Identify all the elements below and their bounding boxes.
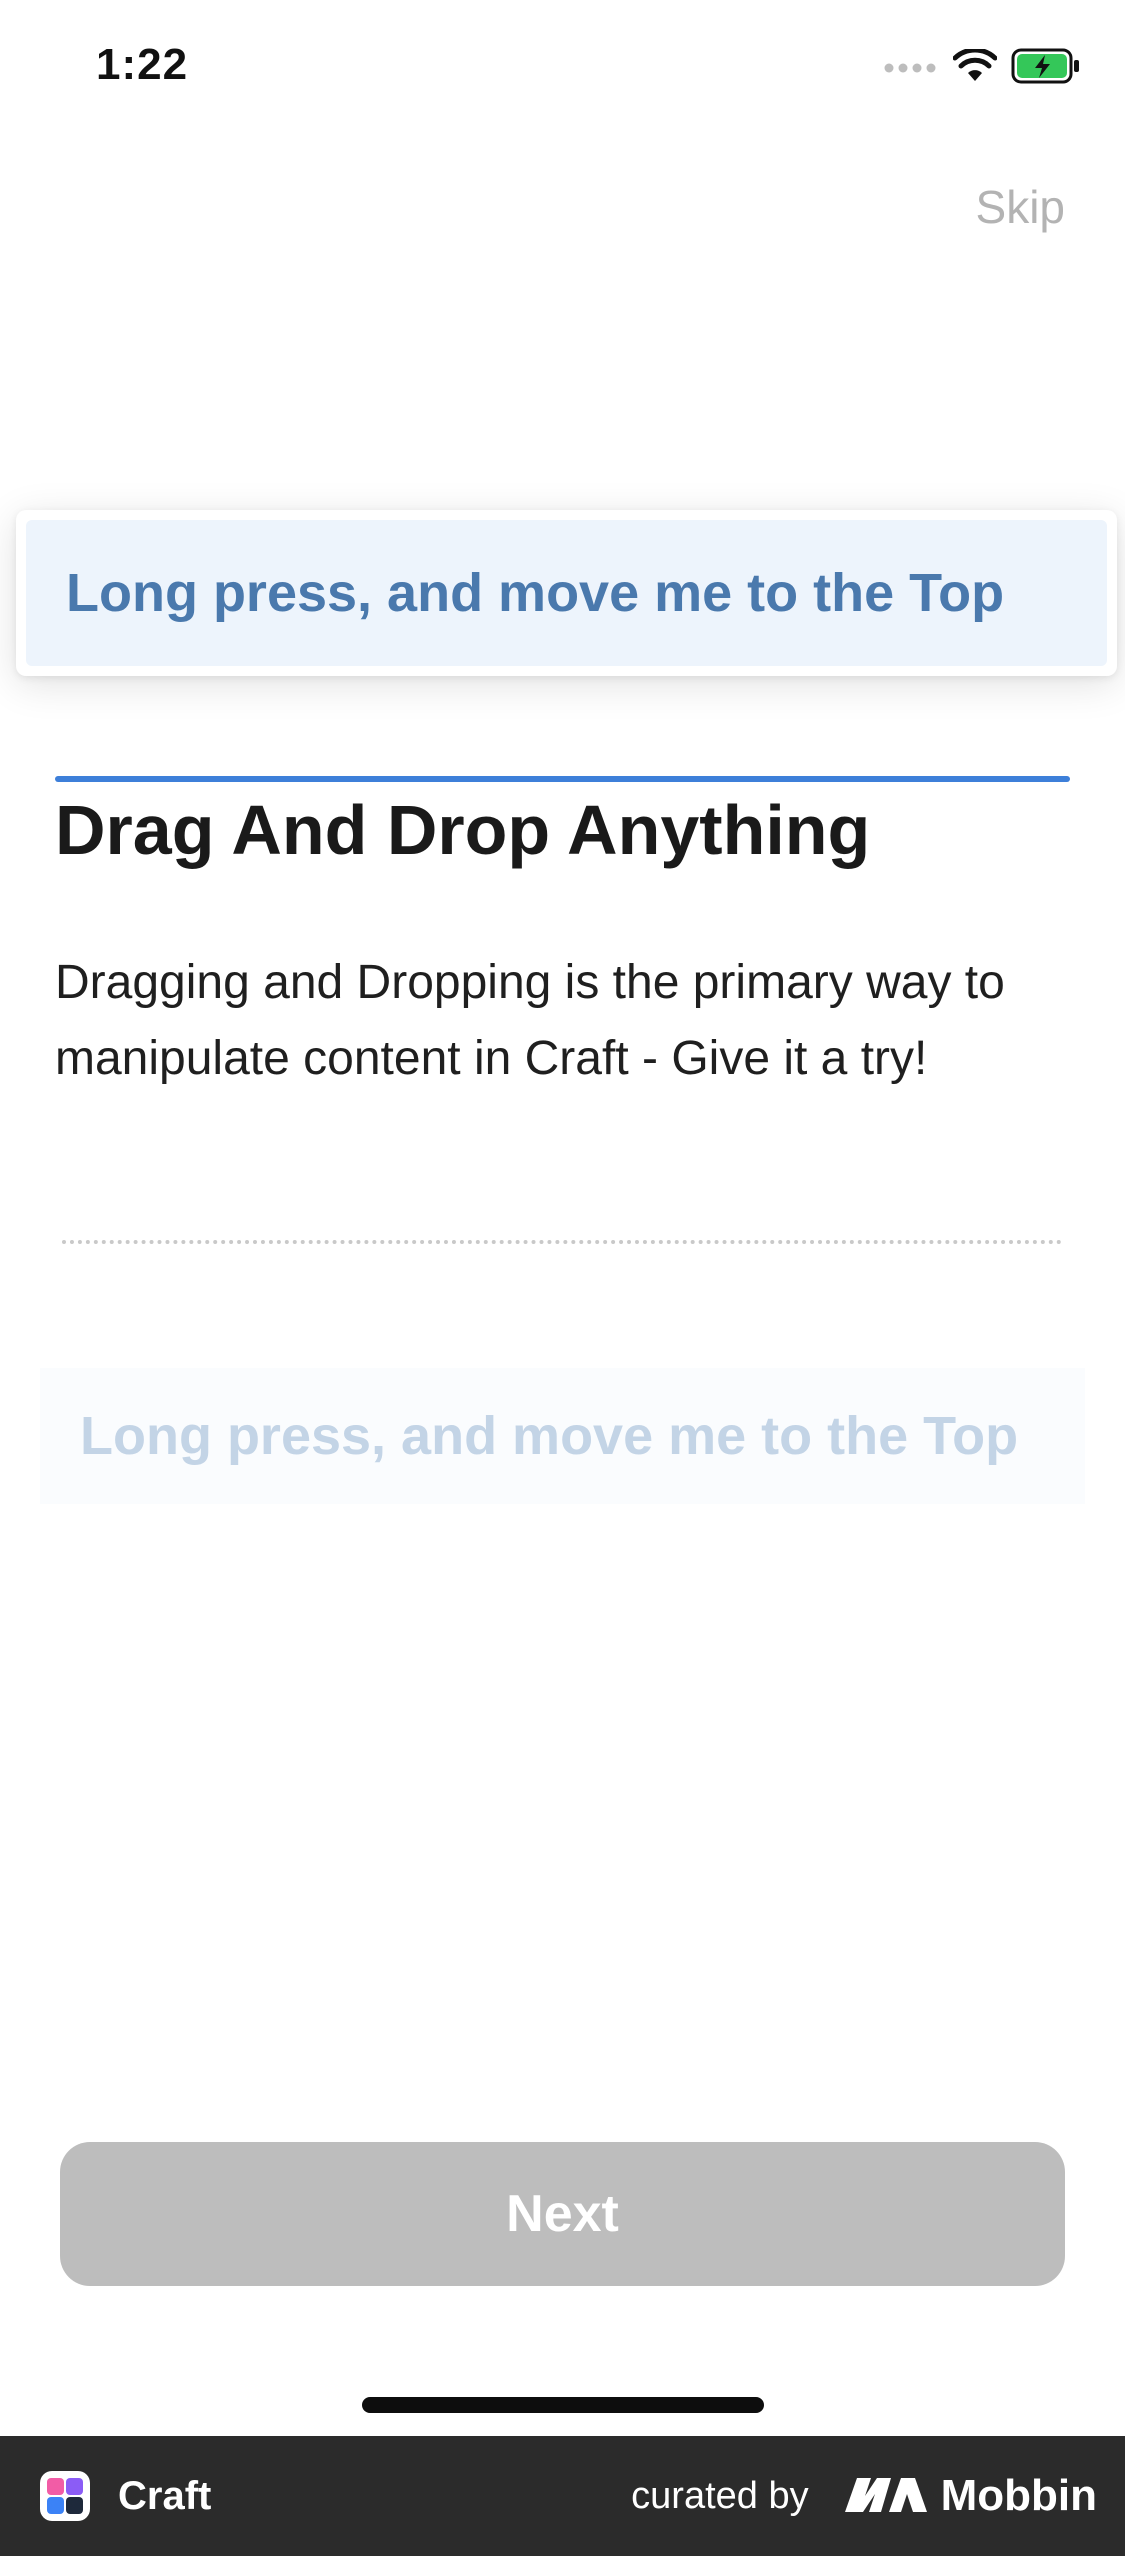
next-button-label: Next (506, 2185, 619, 2243)
onboarding-screen: 1:22 Skip Long press, and move me to the… (0, 0, 1125, 2556)
app-name: Craft (118, 2473, 212, 2518)
battery-charging-icon (1011, 48, 1081, 89)
block-placeholder: Long press, and move me to the Top (40, 1368, 1085, 1504)
dragged-block-text: Long press, and move me to the Top (66, 563, 1005, 623)
block-placeholder-text: Long press, and move me to the Top (80, 1406, 1019, 1466)
brand-curation: curated by Mobbin (631, 2471, 1097, 2521)
mobbin-logo-icon (843, 2474, 929, 2519)
page-title: Drag And Drop Anything (55, 791, 871, 869)
status-icons (883, 47, 1081, 89)
mobbin-wordmark: Mobbin (940, 2471, 1097, 2520)
drop-indicator-line (55, 776, 1070, 782)
next-button[interactable]: Next (60, 2142, 1065, 2286)
craft-app-icon (40, 2471, 90, 2521)
description-text: Dragging and Dropping is the primary way… (55, 956, 1005, 1085)
skip-button[interactable]: Skip (976, 180, 1065, 234)
dotted-divider (62, 1240, 1062, 1244)
brand-bar: Craft curated by Mobbin (0, 2436, 1125, 2556)
status-time: 1:22 (96, 40, 189, 89)
cellular-signal-icon (883, 59, 939, 78)
curated-by-label: curated by (631, 2474, 809, 2517)
dragged-block-body: Long press, and move me to the Top (26, 520, 1107, 666)
dragged-block[interactable]: Long press, and move me to the Top (16, 510, 1117, 676)
wifi-icon (952, 47, 998, 88)
home-indicator[interactable] (362, 2397, 764, 2413)
brand-app: Craft (40, 2471, 211, 2521)
mobbin-logo: Mobbin (843, 2471, 1097, 2521)
